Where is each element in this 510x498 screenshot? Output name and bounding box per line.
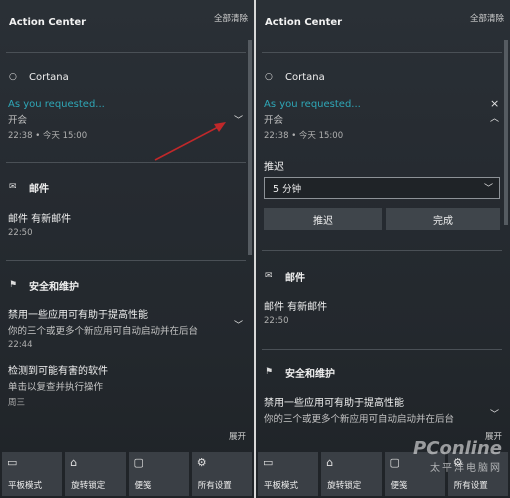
note-icon: ▢ — [133, 456, 144, 469]
tile-all-settings[interactable]: ⚙ 所有设置 — [191, 452, 252, 496]
group-header-mail: ✉ 邮件 — [9, 178, 49, 196]
notification-time: 周三 — [8, 398, 26, 408]
divider — [6, 162, 246, 163]
tile-label: 便笺 — [390, 481, 408, 491]
tile-tablet-mode[interactable]: ▭ 平板模式 — [258, 452, 319, 496]
notification-title: 禁用一些应用可有助于提高性能 — [264, 398, 404, 409]
watermark-brand: PConline — [413, 438, 502, 459]
clear-all-link[interactable]: 全部清除 — [470, 12, 504, 24]
snooze-label: 推迟 — [264, 162, 284, 173]
tile-label: 旋转锁定 — [71, 481, 106, 491]
notification-body: 开会 — [8, 115, 28, 126]
chevron-down-icon: ﹀ — [483, 184, 493, 194]
notification-body: 开会 — [264, 115, 284, 126]
tile-note[interactable]: ▢ 便笺 — [128, 452, 189, 496]
notification-title: As you requested... — [8, 99, 105, 110]
close-icon[interactable]: × — [490, 97, 499, 110]
mail-icon: ✉ — [9, 182, 17, 192]
divider — [262, 52, 502, 53]
tile-label: 所有设置 — [197, 481, 232, 491]
group-title-cortana: Cortana — [29, 71, 69, 83]
note-icon: ▢ — [389, 456, 400, 469]
tablet-mode-icon: ▭ — [263, 456, 274, 469]
tile-label: 旋转锁定 — [327, 481, 362, 491]
security-flag-icon: ⚑ — [265, 367, 274, 377]
notification-body: 你的三个或更多个新应用可自动启动并在后台 — [8, 326, 199, 337]
notification-title: As you requested... — [264, 99, 361, 110]
snooze-duration-value: 5 分钟 — [273, 184, 302, 195]
notification-cortana[interactable]: As you requested... 开会 22:38 • 今天 15:00 — [264, 99, 490, 141]
notification-time: 22:50 — [264, 316, 289, 326]
tile-tablet-mode[interactable]: ▭ 平板模式 — [2, 452, 63, 496]
notification-time: 22:44 — [8, 340, 33, 350]
group-header-cortana: ○ Cortana — [265, 68, 325, 86]
divider — [6, 52, 246, 53]
notification-title: 邮件 有新邮件 — [264, 302, 328, 313]
tile-rotation-lock[interactable]: ⌂ 旋转锁定 — [321, 452, 382, 496]
notification-title: 邮件 有新邮件 — [8, 214, 72, 225]
pconline-watermark: PConline 太平洋电脑网 — [413, 438, 502, 474]
notification-body: 单击以复查并执行操作 — [8, 382, 104, 393]
expand-link[interactable]: 展开 — [229, 430, 246, 442]
notification-time: 22:38 • 今天 15:00 — [264, 131, 344, 141]
rotation-lock-icon: ⌂ — [326, 456, 334, 469]
notification-body: 你的三个或更多个新应用可自动启动并在后台 — [264, 414, 455, 425]
expand-chevron-icon[interactable]: ﹀ — [234, 113, 243, 126]
notification-security-2[interactable]: 检测到可能有害的软件 单击以复查并执行操作 周三 — [8, 362, 234, 408]
divider — [262, 250, 502, 251]
tile-rotation-lock[interactable]: ⌂ 旋转锁定 — [65, 452, 126, 496]
notification-time: 22:38 • 今天 15:00 — [8, 131, 88, 141]
security-flag-icon: ⚑ — [9, 280, 18, 290]
quick-actions: ▭ 平板模式 ⌂ 旋转锁定 ▢ 便笺 ⚙ 所有设置 — [2, 452, 252, 496]
group-title-mail: 邮件 — [285, 272, 305, 284]
notification-mail[interactable]: 邮件 有新邮件 22:50 — [264, 298, 490, 326]
clear-all-link[interactable]: 全部清除 — [214, 12, 248, 24]
action-center-panel-collapsed: Action Center 全部清除 ○ Cortana As you requ… — [0, 0, 254, 498]
tile-label: 平板模式 — [264, 481, 299, 491]
done-button[interactable]: 完成 — [386, 208, 500, 230]
notification-title: 禁用一些应用可有助于提高性能 — [8, 310, 148, 321]
cortana-icon: ○ — [265, 72, 273, 82]
action-center-header: Action Center 全部清除 — [9, 10, 248, 28]
group-header-security: ⚑ 安全和维护 — [265, 363, 335, 381]
rotation-lock-icon: ⌂ — [70, 456, 78, 469]
collapse-chevron-icon[interactable]: ︿ — [490, 111, 499, 124]
snooze-duration-select[interactable]: 5 分钟 ﹀ — [264, 177, 500, 199]
settings-gear-icon: ⚙ — [196, 456, 207, 469]
scrollbar-thumb[interactable] — [504, 40, 508, 225]
divider — [6, 260, 246, 261]
notification-security-1[interactable]: 禁用一些应用可有助于提高性能 你的三个或更多个新应用可自动启动并在后台 — [264, 394, 490, 425]
group-header-mail: ✉ 邮件 — [265, 267, 305, 285]
notification-time: 22:50 — [8, 228, 33, 238]
group-title-security: 安全和维护 — [29, 281, 79, 293]
notification-title: 检测到可能有害的软件 — [8, 366, 108, 377]
group-title-security: 安全和维护 — [285, 368, 335, 380]
notification-cortana[interactable]: As you requested... 开会 22:38 • 今天 15:00 — [8, 99, 234, 141]
tile-label: 所有设置 — [453, 481, 488, 491]
snooze-button[interactable]: 推迟 — [264, 208, 382, 230]
group-header-cortana: ○ Cortana — [9, 68, 69, 86]
group-title-mail: 邮件 — [29, 183, 49, 195]
action-center-title: Action Center — [265, 17, 343, 28]
expand-chevron-icon[interactable]: ﹀ — [234, 318, 243, 331]
action-center-panel-expanded: Action Center 全部清除 ○ Cortana As you requ… — [256, 0, 510, 498]
group-header-security: ⚑ 安全和维护 — [9, 276, 79, 294]
tile-label: 平板模式 — [8, 481, 43, 491]
scrollbar-thumb[interactable] — [248, 40, 252, 255]
mail-icon: ✉ — [265, 271, 273, 281]
tablet-mode-icon: ▭ — [7, 456, 18, 469]
cortana-icon: ○ — [9, 72, 17, 82]
notification-mail[interactable]: 邮件 有新邮件 22:50 — [8, 210, 234, 238]
expand-chevron-icon[interactable]: ﹀ — [490, 407, 499, 420]
action-center-title: Action Center — [9, 17, 87, 28]
notification-security-1[interactable]: 禁用一些应用可有助于提高性能 你的三个或更多个新应用可自动启动并在后台 22:4… — [8, 306, 234, 350]
divider — [262, 349, 502, 350]
tile-label: 便笺 — [134, 481, 152, 491]
watermark-sub: 太平洋电脑网 — [430, 463, 502, 474]
action-center-header: Action Center 全部清除 — [265, 10, 504, 28]
group-title-cortana: Cortana — [285, 71, 325, 83]
